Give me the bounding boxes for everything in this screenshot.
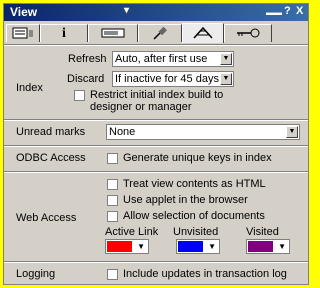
web-option-checkbox[interactable] (107, 195, 118, 206)
web-option-label: Allow selection of documents (123, 210, 265, 222)
odbc-label: ODBC Access (16, 152, 86, 164)
tab-strip: i (6, 23, 308, 44)
help-button[interactable]: ? (284, 5, 291, 17)
chevron-down-icon: ▼ (278, 242, 286, 251)
visited-label: Visited (246, 226, 279, 238)
form-icon (12, 27, 33, 39)
color-swatch (248, 241, 273, 252)
tab-info[interactable]: i (40, 24, 88, 42)
web-option-label: Treat view contents as HTML (123, 178, 266, 190)
discard-label: Discard (67, 73, 105, 85)
odbc-option-label: Generate unique keys in index (123, 152, 272, 164)
index-icon (193, 26, 213, 39)
chevron-down-icon: ▼ (208, 242, 216, 251)
visited-color-picker[interactable]: ▼ (246, 239, 290, 254)
web-option-label: Use applet in the browser (123, 194, 248, 206)
odbc-checkbox[interactable] (107, 153, 118, 164)
discard-value: If inactive for 45 days (115, 73, 219, 85)
view-properties-window: View ▾ ▬▬ ? X i Index Refresh Auto, afte… (3, 3, 309, 285)
color-swatch (178, 241, 203, 252)
pin-icon (153, 26, 167, 40)
minimize-button[interactable]: ▬▬ (266, 8, 282, 17)
divider (4, 44, 308, 46)
chevron-down-icon: ▼ (137, 242, 145, 251)
tab-security[interactable] (224, 24, 272, 42)
index-label: Index (16, 82, 43, 94)
close-button[interactable]: X (296, 5, 303, 17)
logging-label: Logging (16, 268, 56, 280)
tab-index[interactable] (182, 23, 224, 43)
divider (4, 145, 308, 147)
title-bar[interactable]: View ▾ ▬▬ ? X (4, 4, 308, 21)
unread-value: None (109, 126, 136, 138)
color-swatch (107, 241, 132, 252)
active-link-color-picker[interactable]: ▼ (105, 239, 149, 254)
key-icon (237, 28, 260, 38)
web-option-checkbox[interactable] (107, 179, 118, 190)
web-access-label: Web Access (16, 212, 77, 224)
restrict-checkbox[interactable] (74, 90, 85, 101)
unread-select[interactable]: None ▼ (106, 124, 300, 140)
tab-design[interactable] (88, 24, 138, 42)
logging-option-label: Include updates in transaction log (123, 268, 287, 280)
unvisited-label: Unvisited (173, 226, 219, 238)
unread-label: Unread marks (16, 126, 86, 138)
info-icon: i (62, 26, 66, 41)
discard-select[interactable]: If inactive for 45 days ▼ (112, 71, 234, 87)
divider (4, 261, 308, 263)
refresh-label: Refresh (68, 53, 107, 65)
divider (4, 119, 308, 121)
chevron-down-icon[interactable]: ▼ (220, 53, 232, 65)
design-icon (101, 28, 125, 38)
title-menu-icon[interactable]: ▾ (124, 5, 129, 16)
tab-basics[interactable] (6, 24, 40, 42)
restrict-label: Restrict initial index build to designer… (90, 89, 224, 113)
unvisited-color-picker[interactable]: ▼ (176, 239, 220, 254)
active-link-label: Active Link (105, 226, 159, 238)
chevron-down-icon[interactable]: ▼ (220, 73, 232, 85)
logging-checkbox[interactable] (107, 269, 118, 280)
chevron-down-icon[interactable]: ▼ (286, 126, 298, 138)
refresh-select[interactable]: Auto, after first use ▼ (112, 51, 234, 67)
divider (4, 171, 308, 173)
web-option-checkbox[interactable] (107, 211, 118, 222)
refresh-value: Auto, after first use (115, 53, 208, 65)
window-title: View (10, 5, 38, 19)
tab-pin[interactable] (138, 24, 182, 42)
